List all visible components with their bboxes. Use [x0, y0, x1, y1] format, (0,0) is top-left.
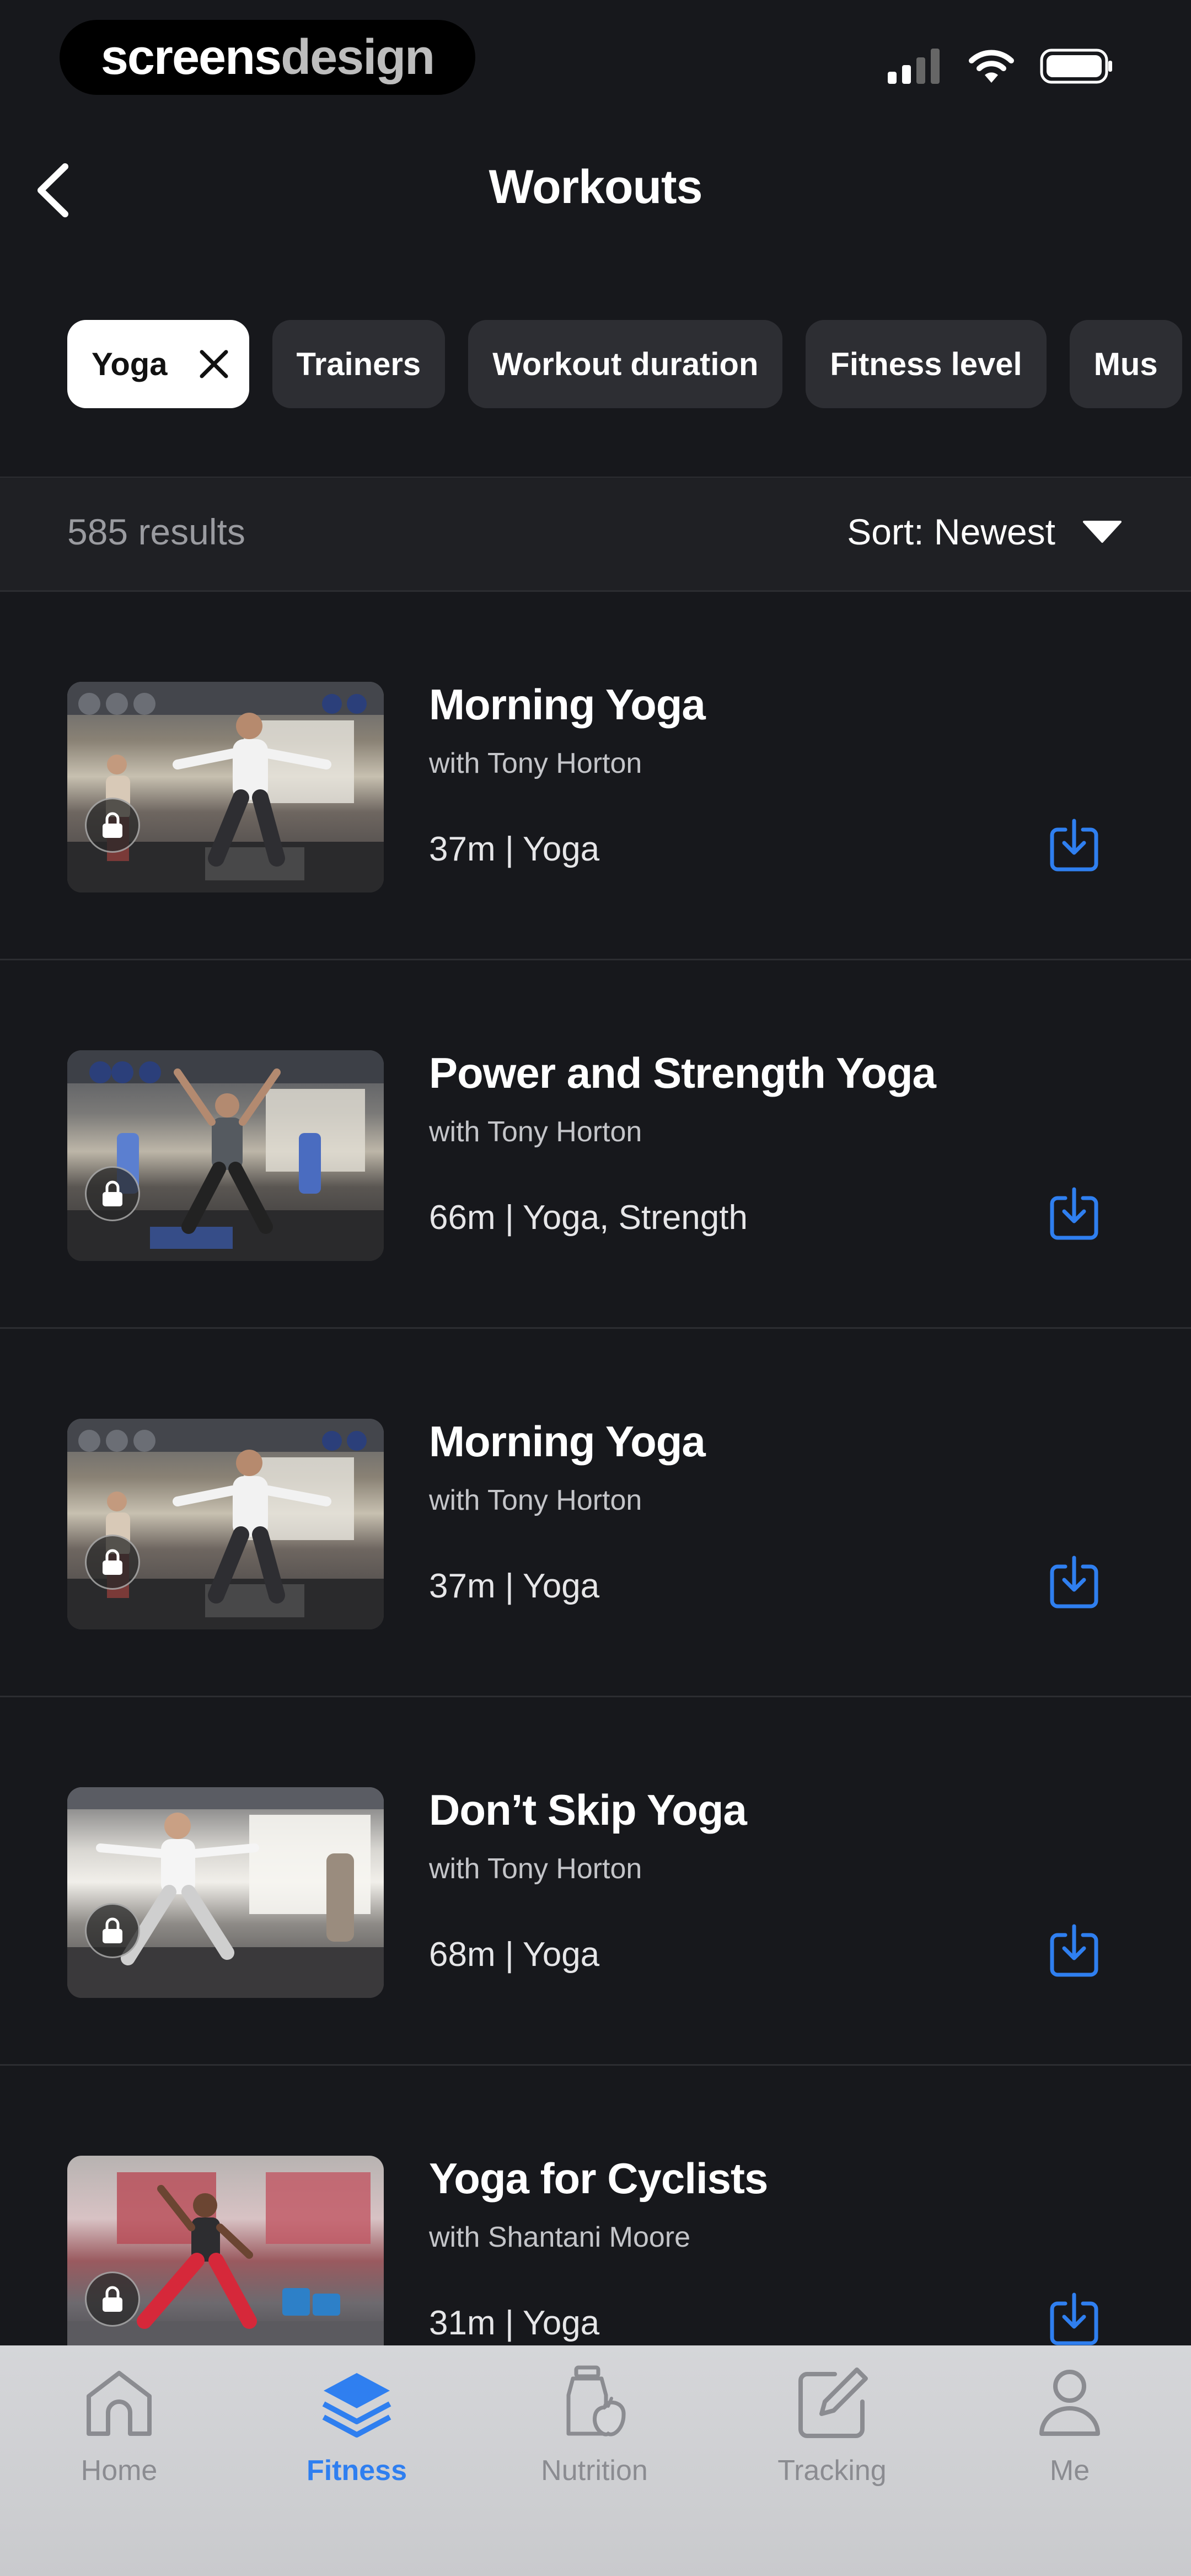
person-icon: [1039, 2370, 1100, 2436]
caret-down-icon: [1083, 521, 1122, 543]
chip-label: Yoga: [92, 346, 168, 382]
close-icon[interactable]: [198, 349, 229, 380]
workout-title: Morning Yoga: [429, 1417, 706, 1466]
workout-meta: 37m | Yoga: [429, 1567, 600, 1605]
workout-meta: 37m | Yoga: [429, 830, 600, 868]
sort-dropdown[interactable]: Sort: Newest: [847, 511, 1123, 553]
workout-item[interactable]: Morning Yoga with Tony Horton 37m | Yoga: [0, 591, 1191, 960]
home-icon: [87, 2371, 152, 2436]
filter-chip-trainers[interactable]: Trainers: [272, 320, 446, 408]
lock-icon: [85, 1903, 140, 1958]
workout-image: [67, 1050, 384, 1261]
workout-thumbnail: [67, 1050, 384, 1261]
workout-trainer: with Tony Horton: [429, 1484, 642, 1516]
workout-item[interactable]: Power and Strength Yoga with Tony Horton…: [0, 960, 1191, 1328]
workout-meta: 31m | Yoga: [429, 2304, 600, 2342]
workout-image: [67, 1787, 384, 1998]
workout-title: Don’t Skip Yoga: [429, 1786, 747, 1834]
workout-meta: 68m | Yoga: [429, 1936, 600, 1974]
filter-chip-music[interactable]: Mus: [1069, 320, 1182, 408]
wifi-icon: [969, 50, 1014, 83]
workout-thumbnail: [67, 1787, 384, 1998]
download-icon[interactable]: [1049, 1187, 1099, 1240]
filter-chip-workout-duration[interactable]: Workout duration: [468, 320, 783, 408]
tab-home[interactable]: Home: [36, 2345, 202, 2487]
workout-thumbnail: [67, 2156, 384, 2366]
download-icon[interactable]: [1049, 819, 1099, 872]
tab-tracking[interactable]: Tracking: [749, 2345, 915, 2487]
download-icon[interactable]: [1049, 1556, 1099, 1608]
battery-icon: [1040, 49, 1112, 84]
status-icons: [888, 49, 1114, 84]
tab-bar: Home Fitness Nutrition Tracking Me: [0, 2345, 1191, 2576]
workout-title: Yoga for Cyclists: [429, 2154, 768, 2203]
workout-trainer: with Tony Horton: [429, 1116, 642, 1148]
workout-image: [67, 2172, 384, 2366]
layers-icon: [322, 2373, 391, 2438]
workout-trainer: with Shantani Moore: [429, 2221, 691, 2253]
workout-item[interactable]: Morning Yoga with Tony Horton 37m | Yoga: [0, 1328, 1191, 1697]
download-icon[interactable]: [1049, 1924, 1099, 1977]
page-title: Workouts: [489, 161, 703, 213]
tracking-icon: [798, 2367, 868, 2438]
workout-image: [67, 1419, 384, 1629]
download-icon[interactable]: [1049, 2292, 1099, 2345]
workout-title: Power and Strength Yoga: [429, 1049, 936, 1097]
tab-nutrition[interactable]: Nutrition: [512, 2345, 677, 2487]
workout-trainer: with Tony Horton: [429, 747, 642, 779]
screensdesign-logo: screens design: [60, 20, 475, 95]
workout-meta: 66m | Yoga, Strength: [429, 1199, 748, 1237]
nutrition-icon: [566, 2365, 626, 2436]
filter-chip-yoga[interactable]: Yoga: [67, 320, 249, 408]
workout-thumbnail: [67, 1419, 384, 1629]
workout-item[interactable]: Don’t Skip Yoga with Tony Horton 68m | Y…: [0, 1697, 1191, 2065]
tab-me[interactable]: Me: [987, 2345, 1152, 2487]
filter-chips: Yoga Trainers Workout duration Fitness l…: [67, 320, 1182, 408]
results-count: 585 results: [67, 511, 245, 552]
tab-fitness[interactable]: Fitness: [274, 2345, 439, 2487]
workout-title: Morning Yoga: [429, 680, 706, 729]
lock-icon: [85, 2272, 140, 2327]
filter-chip-fitness-level[interactable]: Fitness level: [806, 320, 1047, 408]
cellular-signal-icon: [888, 49, 940, 84]
workout-thumbnail: [67, 682, 384, 892]
workout-image: [67, 682, 384, 892]
workout-trainer: with Tony Horton: [429, 1853, 642, 1885]
lock-icon: [85, 1535, 140, 1590]
lock-icon: [85, 798, 140, 853]
lock-icon: [85, 1166, 140, 1221]
